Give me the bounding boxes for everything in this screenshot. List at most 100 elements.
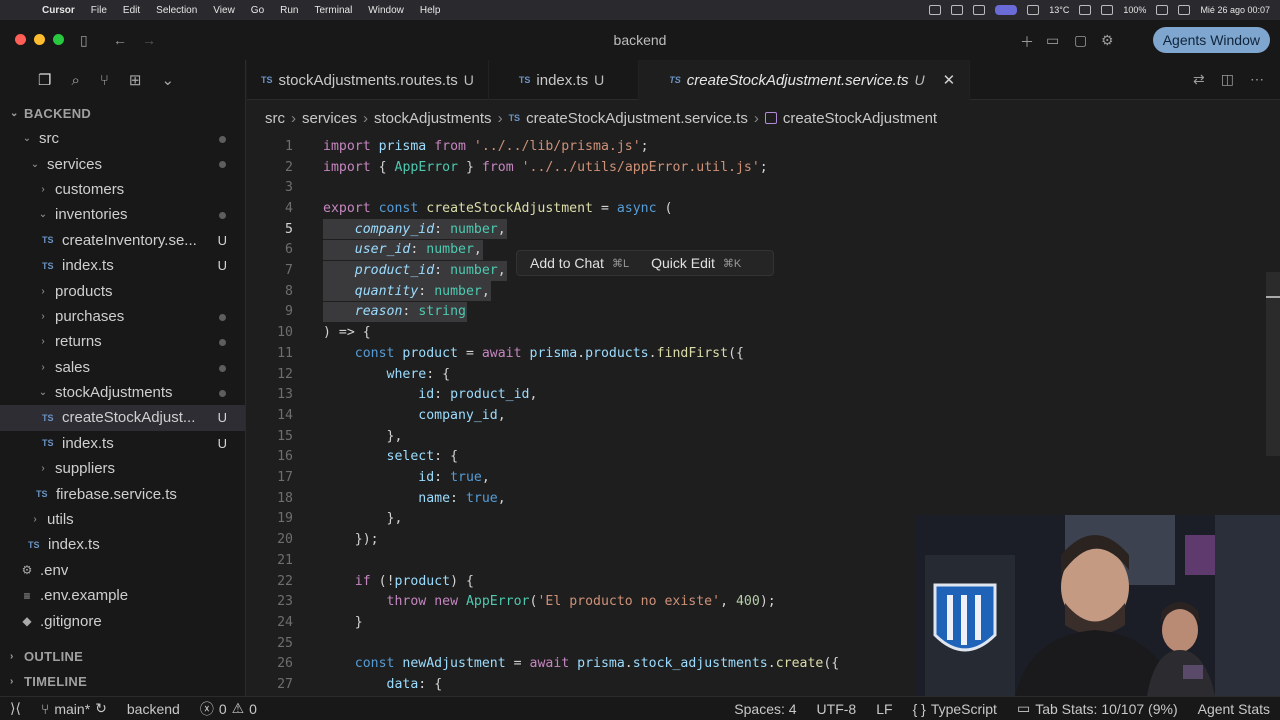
quick-edit-button[interactable]: Quick Edit ⌘K: [629, 255, 741, 271]
status-icon[interactable]: [929, 5, 942, 15]
wifi-icon[interactable]: [1101, 5, 1114, 15]
timeline-section-header[interactable]: › TIMELINE: [0, 668, 245, 694]
search-icon[interactable]: ⌕: [71, 72, 79, 89]
agents-window-button[interactable]: Agents Window: [1152, 27, 1270, 53]
control-icon[interactable]: [995, 5, 1018, 15]
menu-window[interactable]: Window: [360, 5, 412, 16]
tree-item[interactable]: › returns: [0, 329, 245, 354]
tree-item[interactable]: › products: [0, 278, 245, 303]
code-line[interactable]: 9 reason: string: [247, 301, 1280, 323]
tree-item-label: purchases: [55, 307, 125, 325]
tree-item[interactable]: › customers: [0, 177, 245, 202]
source-control-icon[interactable]: ⑂: [100, 72, 109, 89]
agent-stats[interactable]: Agent Stats: [1188, 700, 1280, 717]
code-line[interactable]: 11 const product = await prisma.products…: [247, 343, 1280, 364]
code-line[interactable]: 2 import { AppError } from '../../utils/a…: [247, 157, 1280, 178]
line-number: 12: [277, 366, 293, 382]
scrollbar-thumb[interactable]: [1266, 272, 1280, 456]
breadcrumb-file[interactable]: createStockAdjustment.service.ts: [526, 110, 748, 127]
code-line[interactable]: 3: [247, 177, 1280, 198]
code-line[interactable]: 10) => {: [247, 322, 1280, 343]
tree-item[interactable]: TS index.ts U: [0, 431, 245, 456]
breadcrumb-src[interactable]: src: [265, 110, 285, 127]
remote-icon[interactable]: ⟩⟨: [0, 700, 31, 717]
code-line[interactable]: 5 company_id: number,: [247, 219, 1280, 240]
tree-item[interactable]: ⌄ stockAdjustments: [0, 380, 245, 405]
code-line[interactable]: 13 id: product_id,: [247, 384, 1280, 405]
problems-indicator[interactable]: ⓧ 0 ⚠ 0: [190, 699, 267, 719]
menu-selection[interactable]: Selection: [148, 5, 205, 16]
battery-level[interactable]: 100%: [1123, 5, 1146, 15]
untracked-badge: U: [217, 435, 227, 451]
files-icon[interactable]: ❐: [38, 71, 51, 89]
close-icon[interactable]: ✕: [943, 71, 956, 89]
tree-item[interactable]: ⌄ src: [0, 126, 245, 151]
code-line[interactable]: 4 export const createStockAdjustment = as…: [247, 198, 1280, 219]
split-editor-icon[interactable]: ◫: [1221, 71, 1234, 88]
play-icon[interactable]: [1079, 5, 1092, 15]
tree-item[interactable]: › utils: [0, 507, 245, 532]
tab-index[interactable]: TS index.ts U: [489, 60, 640, 100]
tree-item[interactable]: › suppliers: [0, 456, 245, 481]
menu-terminal[interactable]: Terminal: [307, 5, 361, 16]
tab-stock-adjustments-routes[interactable]: TS stockAdjustments.routes.ts U: [247, 60, 489, 100]
tab-create-stock-adjustment-service[interactable]: TS createStockAdjustment.service.ts U ✕: [639, 60, 971, 100]
tree-item[interactable]: › purchases: [0, 304, 245, 329]
indentation[interactable]: Spaces: 4: [724, 700, 806, 717]
tree-item[interactable]: ◆ .gitignore: [0, 608, 245, 633]
breadcrumb-services[interactable]: services: [302, 110, 357, 127]
breadcrumb-symbol[interactable]: createStockAdjustment: [783, 110, 937, 127]
git-branch[interactable]: ⑂ main* ↻: [31, 700, 117, 717]
extensions-icon[interactable]: ⊞: [129, 71, 142, 89]
code-line[interactable]: 17 id: true,: [247, 467, 1280, 488]
more-icon[interactable]: ⋯: [1250, 71, 1264, 88]
tree-item[interactable]: ⌄ inventories: [0, 202, 245, 227]
end-of-line[interactable]: LF: [866, 700, 902, 717]
code-line[interactable]: 8 quantity: number,: [247, 281, 1280, 302]
code-line[interactable]: 14 company_id,: [247, 405, 1280, 426]
menu-run[interactable]: Run: [272, 5, 306, 16]
code-text: name: true,: [418, 490, 506, 506]
explorer-section-header[interactable]: ⌄ BACKEND: [0, 100, 245, 126]
tree-item[interactable]: ⌄ services: [0, 151, 245, 176]
weather-temp[interactable]: 13°C: [1049, 5, 1069, 15]
menu-help[interactable]: Help: [412, 5, 449, 16]
code-line[interactable]: 18 name: true,: [247, 488, 1280, 509]
tree-item[interactable]: TS createInventory.se... U: [0, 228, 245, 253]
menu-edit[interactable]: Edit: [115, 5, 148, 16]
search-icon[interactable]: [1156, 5, 1169, 15]
new-icon[interactable]: ＋: [1020, 32, 1034, 52]
tree-item[interactable]: TS firebase.service.ts: [0, 481, 245, 506]
control-center-icon[interactable]: [1178, 5, 1191, 15]
chat-icon[interactable]: ▢: [1074, 32, 1087, 49]
menu-view[interactable]: View: [205, 5, 243, 16]
tab-stats[interactable]: ▭ Tab Stats: 10/107 (9%): [1007, 700, 1188, 717]
chevron-down-icon[interactable]: ⌄: [161, 71, 174, 89]
screen-icon[interactable]: [973, 5, 986, 15]
menu-cursor[interactable]: Cursor: [34, 5, 83, 16]
tree-item[interactable]: ≡ .env.example: [0, 583, 245, 608]
clock[interactable]: Mié 26 ago 00:07: [1200, 5, 1270, 15]
outline-section-header[interactable]: › OUTLINE: [0, 643, 245, 669]
tree-item[interactable]: ⚙ .env: [0, 558, 245, 583]
tree-item[interactable]: TS index.ts: [0, 532, 245, 557]
settings-gear-icon[interactable]: ⚙: [1101, 32, 1114, 49]
tree-item[interactable]: TS createStockAdjust... U: [0, 405, 245, 431]
menu-go[interactable]: Go: [243, 5, 272, 16]
tree-item[interactable]: › sales: [0, 355, 245, 380]
language-mode[interactable]: { } TypeScript: [903, 700, 1007, 717]
layout-icon[interactable]: ▭: [1046, 32, 1059, 49]
compare-icon[interactable]: ⇄: [1193, 71, 1205, 88]
cast-icon[interactable]: [1027, 5, 1040, 15]
menu-file[interactable]: File: [83, 5, 115, 16]
code-line[interactable]: 1 import prisma from '../../lib/prisma.js…: [247, 136, 1280, 157]
project-name[interactable]: backend: [117, 701, 190, 717]
calendar-icon[interactable]: [951, 5, 964, 15]
breadcrumb-stock-adjustments[interactable]: stockAdjustments: [374, 110, 492, 127]
encoding[interactable]: UTF-8: [807, 700, 867, 717]
tree-item[interactable]: TS index.ts U: [0, 253, 245, 278]
add-to-chat-button[interactable]: Add to Chat ⌘L: [517, 255, 629, 271]
code-line[interactable]: 16 select: {: [247, 447, 1280, 468]
code-line[interactable]: 15 },: [247, 426, 1280, 447]
code-line[interactable]: 12 where: {: [247, 364, 1280, 385]
